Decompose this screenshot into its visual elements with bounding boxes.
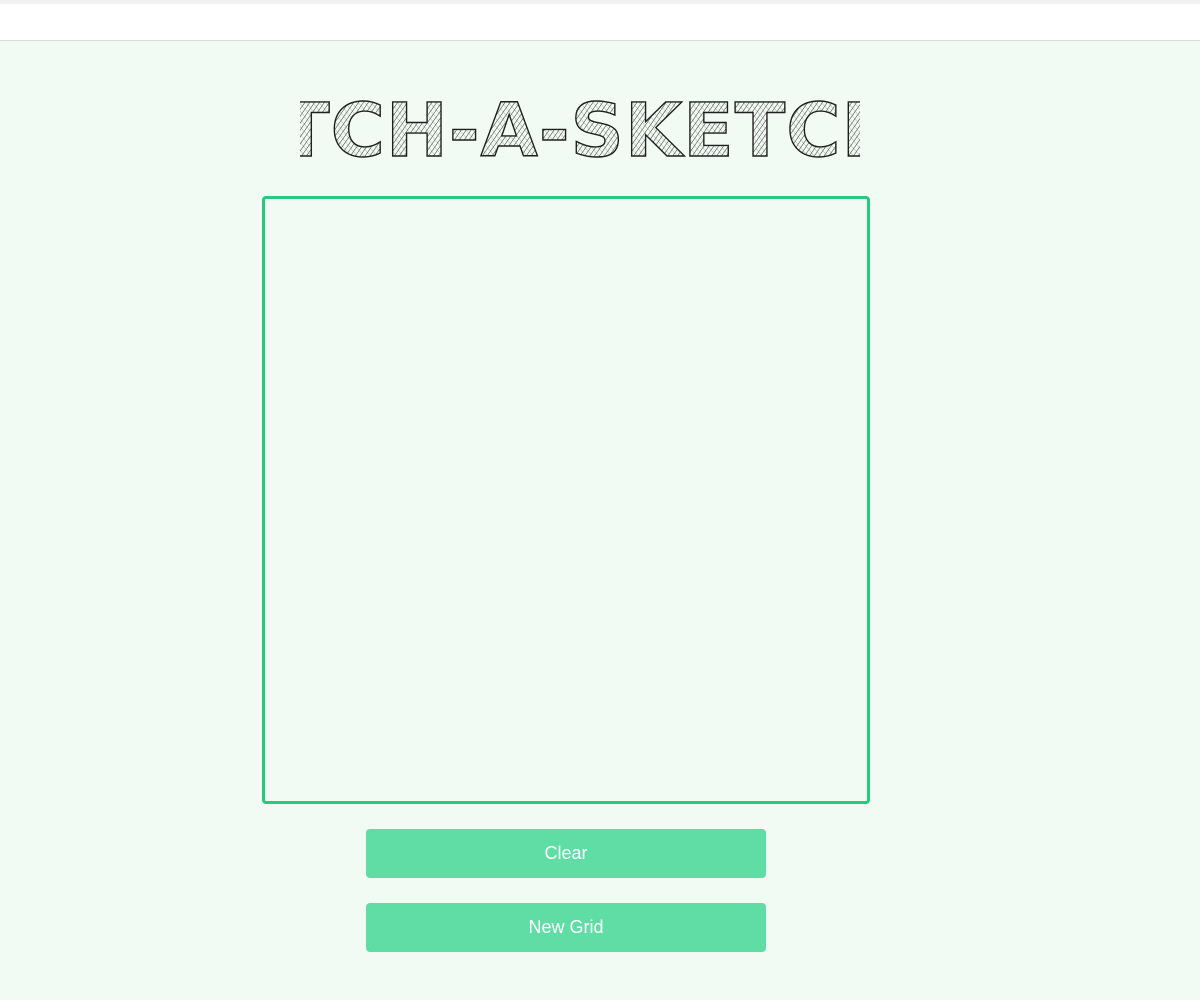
clear-button[interactable]: Clear (366, 829, 766, 878)
sketch-grid[interactable] (262, 196, 870, 804)
page-title: ETCH-A-SKETCH ETCH-A-SKETCH (300, 88, 860, 168)
top-bar (0, 4, 1200, 41)
title-text-shading: ETCH-A-SKETCH (300, 88, 860, 168)
new-grid-button[interactable]: New Grid (366, 903, 766, 952)
